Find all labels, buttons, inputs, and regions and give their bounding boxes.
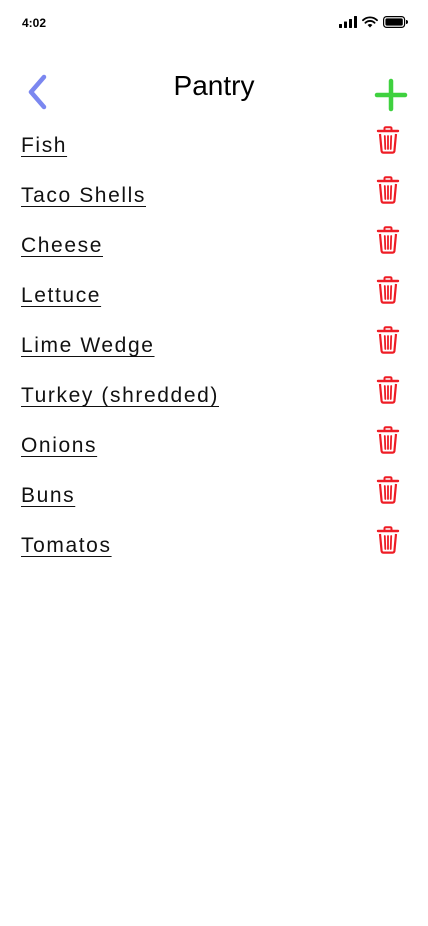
- page-title: Pantry: [173, 70, 255, 101]
- list-item: Lime Wedge: [0, 322, 428, 372]
- status-time: 4:02: [22, 16, 47, 30]
- delete-item-button[interactable]: [376, 476, 402, 504]
- trash-icon: [376, 526, 400, 554]
- header: Pantry: [0, 60, 428, 116]
- list-item: Buns: [0, 472, 428, 522]
- add-item-button[interactable]: [374, 78, 408, 112]
- item-link[interactable]: Lime Wedge: [21, 334, 155, 358]
- delete-item-button[interactable]: [376, 326, 402, 354]
- trash-icon: [376, 226, 400, 254]
- delete-item-button[interactable]: [376, 426, 402, 454]
- list-item: Tomatos: [0, 522, 428, 572]
- item-link[interactable]: Buns: [21, 484, 75, 508]
- delete-item-button[interactable]: [376, 526, 402, 554]
- list-item: Fish: [0, 122, 428, 172]
- trash-icon: [376, 276, 400, 304]
- list-item: Lettuce: [0, 272, 428, 322]
- status-icons: [339, 15, 408, 29]
- status-bar: 4:02: [0, 0, 428, 44]
- delete-item-button[interactable]: [376, 376, 402, 404]
- list-item: Onions: [0, 422, 428, 472]
- item-link[interactable]: Cheese: [21, 234, 103, 258]
- trash-icon: [376, 326, 400, 354]
- wifi-icon: [362, 16, 378, 28]
- pantry-item-list: Fish Taco Shells Cheese Lettuce Lime Wed…: [0, 122, 428, 572]
- item-link[interactable]: Lettuce: [21, 284, 101, 308]
- delete-item-button[interactable]: [376, 276, 402, 304]
- item-link[interactable]: Taco Shells: [21, 184, 146, 208]
- delete-item-button[interactable]: [376, 226, 402, 254]
- trash-icon: [376, 376, 400, 404]
- plus-icon: [374, 78, 408, 112]
- trash-icon: [376, 476, 400, 504]
- list-item: Turkey (shredded): [0, 372, 428, 422]
- item-link[interactable]: Turkey (shredded): [21, 384, 219, 408]
- list-item: Cheese: [0, 222, 428, 272]
- battery-icon: [383, 16, 408, 28]
- delete-item-button[interactable]: [376, 176, 402, 204]
- list-item: Taco Shells: [0, 172, 428, 222]
- trash-icon: [376, 176, 400, 204]
- item-link[interactable]: Onions: [21, 434, 97, 458]
- item-link[interactable]: Fish: [21, 134, 67, 158]
- item-link[interactable]: Tomatos: [21, 534, 112, 558]
- trash-icon: [376, 426, 400, 454]
- delete-item-button[interactable]: [376, 126, 402, 154]
- trash-icon: [376, 126, 400, 154]
- signal-icon: [339, 16, 357, 28]
